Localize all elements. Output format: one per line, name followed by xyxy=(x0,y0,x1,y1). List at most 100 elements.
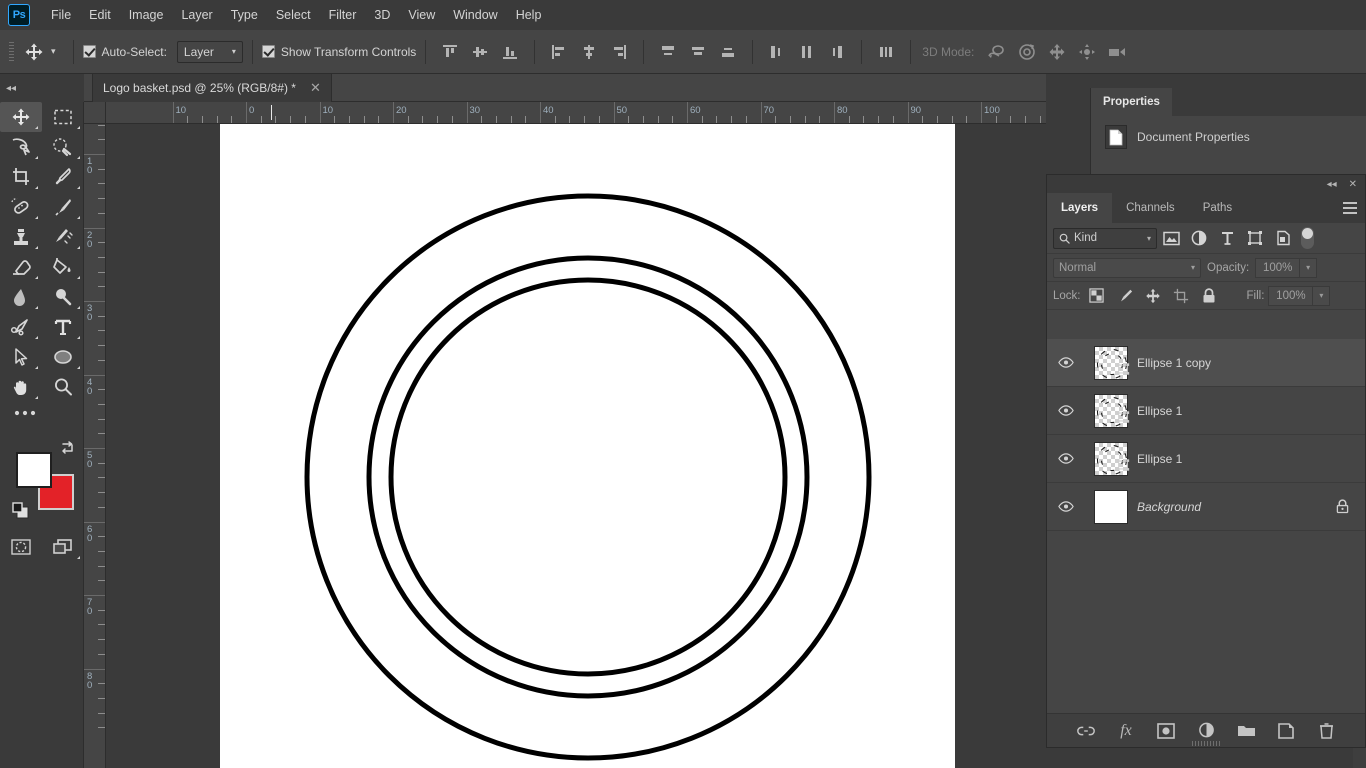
panel-resize-grip[interactable] xyxy=(1192,741,1220,746)
quick-mask-icon[interactable] xyxy=(0,532,42,562)
auto-select-checkbox[interactable] xyxy=(83,45,96,58)
type-layers-filter-icon[interactable] xyxy=(1213,227,1241,249)
layer-list[interactable]: Ellipse 1 copy Ellipse 1 Ellipse 1 Backgrou… xyxy=(1047,339,1365,713)
menu-item-file[interactable]: File xyxy=(42,4,80,26)
layer-visibility-toggle[interactable] xyxy=(1047,501,1085,512)
quick-selection-tool[interactable] xyxy=(42,132,84,162)
add-layer-mask-button[interactable] xyxy=(1155,720,1177,742)
link-layers-button[interactable] xyxy=(1075,720,1097,742)
menu-item-image[interactable]: Image xyxy=(120,4,173,26)
swap-arrows-icon[interactable] xyxy=(60,440,76,454)
align-vertical-centers-icon[interactable] xyxy=(465,39,495,65)
dodge-tool[interactable] xyxy=(42,282,84,312)
lock-position-icon[interactable] xyxy=(1141,285,1165,307)
fill-value[interactable]: 100% xyxy=(1268,286,1313,306)
double-chevron-right-icon[interactable]: ◂◂ xyxy=(1327,179,1337,190)
menu-item-layer[interactable]: Layer xyxy=(172,4,221,26)
filter-enable-toggle[interactable] xyxy=(1301,227,1314,249)
layer-visibility-toggle[interactable] xyxy=(1047,357,1085,368)
panel-menu-icon[interactable] xyxy=(1343,202,1357,213)
lasso-tool[interactable] xyxy=(0,132,42,162)
layer-name[interactable]: Ellipse 1 copy xyxy=(1137,356,1365,370)
slide-3d-icon[interactable] xyxy=(1072,39,1102,65)
brush-tool[interactable] xyxy=(42,192,84,222)
delete-layer-button[interactable] xyxy=(1315,720,1337,742)
adjustment-layers-filter-icon[interactable] xyxy=(1185,227,1213,249)
distribute-horizontal-centers-icon[interactable] xyxy=(792,39,822,65)
screen-mode-icon[interactable] xyxy=(42,532,84,562)
distribute-spacing-icon[interactable] xyxy=(871,39,901,65)
tab-paths[interactable]: Paths xyxy=(1189,193,1246,223)
pixel-layers-filter-icon[interactable] xyxy=(1157,227,1185,249)
blend-mode-dropdown[interactable]: Normal ▾ xyxy=(1053,258,1201,278)
menu-item-filter[interactable]: Filter xyxy=(320,4,366,26)
eraser-tool[interactable] xyxy=(0,252,42,282)
layer-thumbnail[interactable] xyxy=(1085,346,1137,380)
new-layer-button[interactable] xyxy=(1275,720,1297,742)
align-top-edges-icon[interactable] xyxy=(435,39,465,65)
align-bottom-edges-icon[interactable] xyxy=(495,39,525,65)
smart-object-filter-icon[interactable] xyxy=(1269,227,1297,249)
table-row[interactable]: Ellipse 1 xyxy=(1047,435,1365,483)
menu-item-view[interactable]: View xyxy=(399,4,444,26)
layer-thumbnail[interactable] xyxy=(1085,442,1137,476)
menu-item-select[interactable]: Select xyxy=(267,4,320,26)
horizontal-type-tool[interactable] xyxy=(42,312,84,342)
table-row[interactable]: Ellipse 1 xyxy=(1047,387,1365,435)
layer-thumbnail[interactable] xyxy=(1085,490,1137,524)
ruler-corner[interactable] xyxy=(84,102,106,124)
new-fill-adjustment-button[interactable] xyxy=(1195,720,1217,742)
document-canvas[interactable] xyxy=(220,124,955,768)
new-group-button[interactable] xyxy=(1235,720,1257,742)
menu-item-3d[interactable]: 3D xyxy=(365,4,399,26)
layer-visibility-toggle[interactable] xyxy=(1047,405,1085,416)
menu-item-window[interactable]: Window xyxy=(444,4,506,26)
lock-transparent-pixels-icon[interactable] xyxy=(1085,285,1109,307)
distribute-right-edges-icon[interactable] xyxy=(822,39,852,65)
document-tab[interactable]: Logo basket.psd @ 25% (RGB/8#) * ✕ xyxy=(92,74,332,102)
rectangular-marquee-tool[interactable] xyxy=(42,102,84,132)
more-tools-button[interactable] xyxy=(0,402,84,428)
default-colors-icon[interactable] xyxy=(12,502,30,520)
layer-name[interactable]: Background xyxy=(1137,500,1336,514)
pen-tool[interactable] xyxy=(0,312,42,342)
clone-stamp-tool[interactable] xyxy=(0,222,42,252)
gradient-tool[interactable] xyxy=(42,252,84,282)
move-tool[interactable] xyxy=(0,102,42,132)
table-row[interactable]: Background xyxy=(1047,483,1365,531)
pan-3d-icon[interactable] xyxy=(1042,39,1072,65)
table-row[interactable]: Ellipse 1 copy xyxy=(1047,339,1365,387)
distribute-left-edges-icon[interactable] xyxy=(762,39,792,65)
align-right-edges-icon[interactable] xyxy=(604,39,634,65)
shape-layers-filter-icon[interactable] xyxy=(1241,227,1269,249)
menu-item-help[interactable]: Help xyxy=(507,4,551,26)
close-icon[interactable]: ✕ xyxy=(1349,179,1357,190)
opacity-value[interactable]: 100% xyxy=(1255,258,1300,278)
auto-select-scope-dropdown[interactable]: Layer ▾ xyxy=(177,41,243,63)
lock-all-icon[interactable] xyxy=(1197,285,1221,307)
ellipse-tool[interactable] xyxy=(42,342,84,372)
layer-name[interactable]: Ellipse 1 xyxy=(1137,404,1365,418)
vertical-ruler[interactable]: 1020304050607080 xyxy=(84,124,106,768)
layer-thumbnail[interactable] xyxy=(1085,394,1137,428)
layer-styles-button[interactable]: fx xyxy=(1115,720,1137,742)
tool-preset-chevron-icon[interactable]: ▾ xyxy=(49,46,64,57)
orbit-3d-icon[interactable] xyxy=(982,39,1012,65)
roll-3d-icon[interactable] xyxy=(1012,39,1042,65)
double-chevron-left-icon[interactable]: ◂◂ xyxy=(6,83,16,94)
tab-channels[interactable]: Channels xyxy=(1112,193,1189,223)
move-tool-icon[interactable] xyxy=(19,38,49,66)
distribute-bottom-edges-icon[interactable] xyxy=(713,39,743,65)
tab-properties[interactable]: Properties xyxy=(1091,88,1172,116)
distribute-vertical-centers-icon[interactable] xyxy=(683,39,713,65)
crop-tool[interactable] xyxy=(0,162,42,192)
align-horizontal-centers-icon[interactable] xyxy=(574,39,604,65)
spot-healing-brush-tool[interactable] xyxy=(0,192,42,222)
camera-3d-icon[interactable] xyxy=(1102,39,1132,65)
layer-visibility-toggle[interactable] xyxy=(1047,453,1085,464)
filter-kind-dropdown[interactable]: Kind ▾ xyxy=(1053,228,1157,249)
opacity-chevron-icon[interactable]: ▾ xyxy=(1300,258,1317,278)
show-transform-controls-checkbox[interactable] xyxy=(262,45,275,58)
eyedropper-tool[interactable] xyxy=(42,162,84,192)
lock-image-pixels-icon[interactable] xyxy=(1113,285,1137,307)
